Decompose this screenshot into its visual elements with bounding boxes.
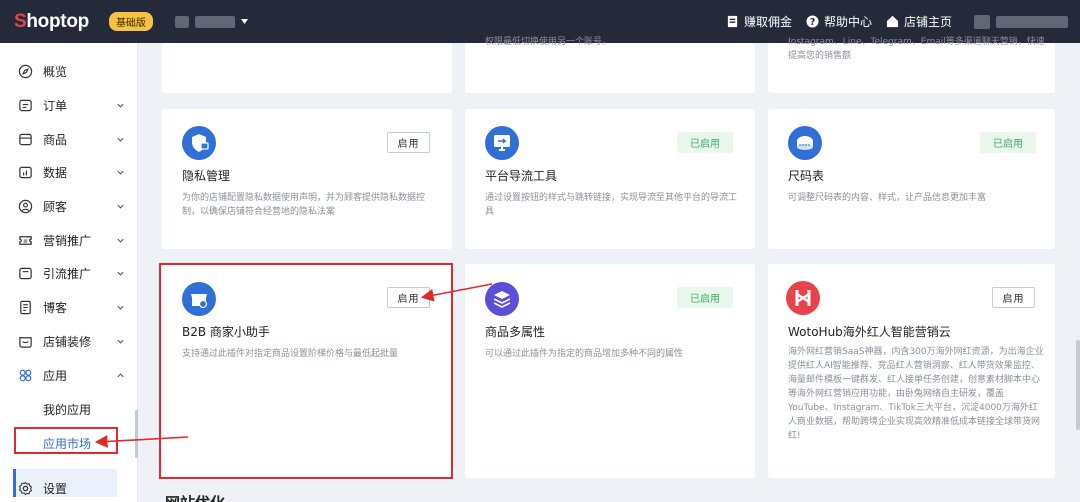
sidebar-item-blog[interactable]: 博客	[0, 296, 138, 318]
card-description: 为你的店铺配置隐私数据使用声明，并为顾客提供隐私数据控制，以确保店铺符合经营地的…	[182, 193, 426, 217]
chevron-down-icon	[117, 103, 124, 108]
gear-icon	[18, 481, 33, 495]
card-title: 尺码表	[788, 169, 825, 183]
account-menu[interactable]	[974, 14, 1068, 29]
sidebar-item-store-design[interactable]: 店铺装修	[0, 330, 138, 352]
annotation-box-app-market	[14, 427, 118, 454]
app-card-b2b-assistant[interactable]: 启用 B2B 商家小助手 支持通过此插件对指定商品设置阶梯价格与最低起批量	[162, 264, 452, 478]
document-icon	[20, 300, 31, 314]
chevron-up-icon	[117, 372, 124, 377]
app-card-size-chart[interactable]: 已启用 尺码表 可调整尺码表的内容、样式，让产品信息更加丰富	[768, 109, 1055, 249]
sidebar-scrollbar[interactable]	[135, 410, 138, 458]
app-card-partial: Instagram、Line、Telegram、Email等多渠道聊天营销，快速…	[768, 37, 1055, 93]
card-description: 海外网红营销SaaS神器，内含300万海外网红资源，为出海企业提供红人AI智能推…	[788, 347, 1044, 441]
sidebar-item-orders[interactable]: 订单	[0, 94, 138, 116]
store-switcher[interactable]	[174, 15, 248, 28]
traffic-icon	[19, 267, 32, 279]
app-card-wotohub[interactable]: 启用 WotoHub海外红人智能营销云 海外网红营销SaaS神器，内含300万海…	[768, 264, 1055, 478]
help-circle-icon: ?	[806, 15, 819, 28]
edition-badge: 基础版	[108, 12, 153, 31]
layers-icon	[485, 282, 519, 316]
app-card-partial	[162, 43, 452, 93]
sidebar-item-settings[interactable]: 设置	[0, 477, 138, 499]
store-avatar	[174, 15, 189, 28]
app-card-traffic-tool[interactable]: 已启用 平台导流工具 通过设置按钮的样式与跳转链接，实现导流至其他平台的导流工具	[465, 109, 755, 249]
card-description: 支持通过此插件对指定商品设置阶梯价格与最低起批量	[182, 349, 399, 359]
sidebar-item-customers[interactable]: 顾客	[0, 195, 138, 217]
account-avatar	[974, 14, 990, 29]
gift-card-icon	[727, 15, 738, 28]
card-description: 通过设置按钮的样式与跳转链接，实现导流至其他平台的导流工具	[485, 193, 738, 217]
earn-commission-link[interactable]: 赚取佣金	[726, 13, 792, 30]
sidebar-item-data[interactable]: 数据	[0, 161, 138, 183]
card-title: 隐私管理	[182, 169, 231, 183]
chevron-down-icon	[117, 305, 124, 310]
card-title: WotoHub海外红人智能营销云	[788, 325, 951, 339]
sidebar-item-traffic[interactable]: 引流推广	[0, 262, 138, 284]
card-description: 可调整尺码表的内容、样式，让产品信息更加丰富	[788, 193, 987, 203]
compass-icon	[18, 64, 33, 78]
ticket-icon	[19, 235, 32, 245]
monitor-icon	[485, 126, 519, 160]
enabled-button[interactable]: 已启用	[677, 287, 733, 308]
help-center-link[interactable]: ? 帮助中心	[806, 13, 872, 30]
chevron-down-icon	[117, 170, 124, 175]
app-card-multi-attribute[interactable]: 已启用 商品多属性 可以通过此插件为指定的商品增加多种不同的属性	[465, 264, 755, 478]
enabled-button[interactable]: 已启用	[677, 132, 733, 153]
card-title: B2B 商家小助手	[182, 325, 270, 339]
chevron-down-icon	[117, 238, 124, 243]
app-card-privacy[interactable]: 启用 隐私管理 为你的店铺配置隐私数据使用声明，并为顾客提供隐私数据控制，以确保…	[162, 109, 452, 249]
card-title: 平台导流工具	[485, 169, 558, 183]
app-card-partial: 权限最低切换使用另一个账号。	[465, 37, 755, 93]
shoptop-logo[interactable]: Shoptop	[14, 11, 89, 33]
chart-icon	[19, 166, 32, 178]
order-icon	[19, 99, 32, 111]
sidebar-item-apps[interactable]: 应用	[0, 364, 138, 386]
account-name-blurred	[996, 15, 1068, 28]
sidebar-item-overview[interactable]: 概览	[0, 60, 138, 82]
box-icon	[19, 133, 32, 145]
store-home-link[interactable]: 店铺主页	[886, 13, 952, 30]
chevron-down-icon	[117, 271, 124, 276]
svg-text:?: ?	[810, 17, 815, 28]
sidebar-item-products[interactable]: 商品	[0, 128, 138, 150]
store-name-blurred	[194, 15, 235, 28]
enabled-button[interactable]: 已启用	[980, 132, 1036, 153]
enable-button[interactable]: 启用	[387, 287, 430, 308]
sidebar-subitem-my-apps[interactable]: 我的应用	[43, 401, 91, 418]
enable-button[interactable]: 启用	[387, 132, 430, 153]
sidebar-item-marketing[interactable]: 营销推广	[0, 229, 138, 251]
caret-down-icon	[240, 18, 248, 24]
section-title: 网站优化	[165, 492, 225, 502]
privacy-shield-icon	[182, 126, 216, 160]
enable-button[interactable]: 启用	[992, 287, 1035, 308]
tape-measure-icon	[788, 126, 822, 160]
apps-icon	[19, 369, 32, 381]
store-decor-icon	[19, 336, 32, 348]
card-title: 商品多属性	[485, 325, 546, 339]
wotohub-logo-icon	[786, 281, 820, 315]
b2b-store-icon	[182, 282, 216, 316]
card-description: 可以通过此插件为指定的商品增加多种不同的属性	[485, 349, 684, 359]
user-icon	[18, 199, 33, 213]
home-icon	[886, 15, 899, 28]
chevron-down-icon	[117, 204, 124, 209]
chevron-down-icon	[117, 339, 124, 344]
main-scrollbar[interactable]	[1076, 340, 1080, 430]
chevron-down-icon	[117, 137, 124, 142]
